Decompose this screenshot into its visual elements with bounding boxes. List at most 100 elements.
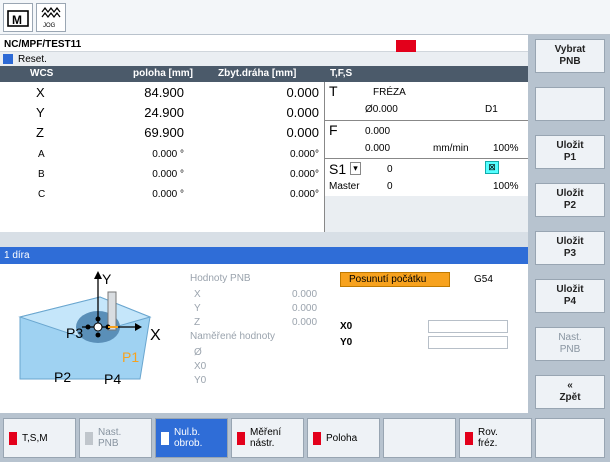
column-header: WCS poloha [mm] Zbyt.dráha [mm] T,F,S — [0, 66, 528, 82]
s-master-value: 0 — [387, 181, 393, 192]
softkey-set-pnb[interactable]: Nast. PNB — [535, 327, 605, 361]
pic-p2-label: P2 — [54, 369, 72, 385]
tfs-panel: T FRÉZA Ø0.000 D1 F 0.000 0.000 mm/min 1… — [324, 82, 529, 232]
softkey-label: Měření nástr. — [250, 427, 282, 449]
axes-table: X 84.900 0.000 Y 24.900 0.000 Z 69.900 0… — [0, 82, 324, 232]
s-value: 0 — [387, 164, 393, 175]
alarm-indicator — [396, 40, 416, 52]
axis-name: Y — [36, 105, 45, 120]
axis-row-z[interactable]: Z 69.900 0.000 — [0, 124, 324, 142]
svg-text:M: M — [12, 13, 22, 27]
position-icon — [313, 431, 321, 445]
softkey-face-milling[interactable]: Rov. fréz. — [459, 418, 532, 458]
x0-field[interactable] — [428, 320, 508, 333]
jog-mode-label: JOG — [43, 23, 56, 29]
softkey-save-p1[interactable]: Uložit P1 — [535, 135, 605, 169]
axis-distance: 0.000° — [289, 189, 319, 200]
axis-row-c[interactable]: C 0.000 ° 0.000° — [0, 186, 324, 204]
pic-p4-label: P4 — [104, 371, 122, 387]
offset-button[interactable]: Posunutí počátku — [340, 272, 450, 287]
nodes-y-value: 0.000 — [292, 303, 318, 314]
softkey-label: Rov. fréz. — [478, 427, 498, 449]
axis-name: Z — [36, 125, 44, 140]
reset-icon — [3, 54, 13, 64]
tool-icon — [9, 431, 17, 445]
axis-distance: 0.000 — [286, 105, 319, 120]
tool-diameter: Ø0.000 — [365, 104, 398, 115]
workpiece-icon — [161, 431, 169, 445]
axis-position: 24.900 — [144, 105, 184, 120]
nodes-y-label: Y — [194, 303, 201, 314]
pic-y-label: Y — [102, 271, 112, 287]
softkey-label: Nast. PNB — [98, 427, 122, 449]
f-label: F — [329, 122, 338, 138]
col-wcs: WCS — [30, 68, 54, 79]
offset-value[interactable]: G54 — [474, 274, 493, 285]
axis-name: C — [38, 189, 46, 200]
axis-name: X — [36, 85, 45, 100]
softkey-select-pnb[interactable]: Vybrat PNB — [535, 39, 605, 73]
softkey-label: T,S,M — [22, 432, 48, 444]
machine-icon[interactable]: M — [3, 3, 33, 32]
softkey-save-p4[interactable]: Uložit P4 — [535, 279, 605, 313]
spindle-stop-icon: ⊠ — [485, 161, 499, 174]
softkey-save-p2[interactable]: Uložit P2 — [535, 183, 605, 217]
pic-p1-label: P1 — [122, 349, 140, 365]
field-x0-label: X0 — [340, 321, 353, 332]
face-mill-icon — [465, 431, 473, 445]
softkey-label: Poloha — [326, 432, 358, 444]
softkey-tsm[interactable]: T,S,M — [3, 418, 76, 458]
softkey-save-p3[interactable]: Uložit P3 — [535, 231, 605, 265]
pic-p3-label: P3 — [66, 325, 84, 341]
axis-row-a[interactable]: A 0.000 ° 0.000° — [0, 146, 324, 164]
nodes-z-value: 0.000 — [292, 317, 318, 328]
softkey-position[interactable]: Poloha — [307, 418, 380, 458]
axis-name: A — [38, 149, 45, 160]
divider — [325, 120, 529, 121]
axis-position: 0.000 ° — [152, 169, 184, 180]
nodes-z-label: Z — [194, 317, 201, 328]
softkey-empty[interactable] — [535, 87, 605, 121]
axis-distance: 0.000° — [289, 169, 319, 180]
nodes-x-label: X — [194, 289, 201, 300]
nodes-x-value: 0.000 — [292, 289, 318, 300]
axis-row-y[interactable]: Y 24.900 0.000 — [0, 104, 324, 122]
measured-x0-label: X0 — [194, 361, 207, 372]
f-unit: mm/min — [433, 143, 469, 154]
axis-row-b[interactable]: B 0.000 ° 0.000° — [0, 166, 324, 184]
softkey-set-pnb-bottom[interactable]: Nast. PNB — [79, 418, 152, 458]
axis-position: 0.000 ° — [152, 149, 184, 160]
pic-x-label: X — [150, 327, 161, 344]
separator-band — [0, 232, 528, 247]
axis-position: 69.900 — [144, 125, 184, 140]
axis-position: 84.900 — [144, 85, 184, 100]
field-y0-label: Y0 — [340, 337, 353, 348]
softkey-empty-bottom[interactable] — [383, 418, 456, 458]
f-value2: 0.000 — [365, 143, 391, 154]
status-line: Reset. — [0, 52, 528, 66]
jog-mode-icon[interactable]: JOG — [36, 3, 66, 32]
softkey-back[interactable]: « Zpět — [535, 375, 605, 409]
softkey-workpiece-zero[interactable]: Nul.b. obrob. — [155, 418, 228, 458]
s-percent: 100% — [493, 181, 519, 192]
f-percent: 100% — [493, 143, 519, 154]
axis-position: 0.000 ° — [152, 189, 184, 200]
s-master-label: Master — [329, 181, 360, 192]
axis-row-x[interactable]: X 84.900 0.000 — [0, 84, 324, 102]
tfs-empty — [325, 196, 529, 232]
tool-icon — [85, 431, 93, 445]
s-label: S1 — [329, 161, 347, 177]
softkey-tool-measure[interactable]: Měření nástr. — [231, 418, 304, 458]
measured-y0-label: Y0 — [194, 375, 207, 386]
y0-field[interactable] — [428, 336, 508, 349]
f-value1: 0.000 — [365, 126, 391, 137]
axis-distance: 0.000 — [286, 85, 319, 100]
col-tfs: T,F,S — [330, 68, 353, 79]
spindle-dropdown-icon[interactable]: ▾ — [350, 162, 361, 175]
axis-distance: 0.000° — [289, 149, 319, 160]
axis-distance: 0.000 — [286, 125, 319, 140]
sinumerik-screen: M JOG NC/MPF/TEST11 Reset. WCS poloha [m… — [0, 0, 610, 462]
softkey-empty-bottom-right[interactable] — [535, 418, 605, 458]
nodes-label: Hodnoty PNB — [190, 273, 251, 284]
divider — [325, 158, 529, 159]
